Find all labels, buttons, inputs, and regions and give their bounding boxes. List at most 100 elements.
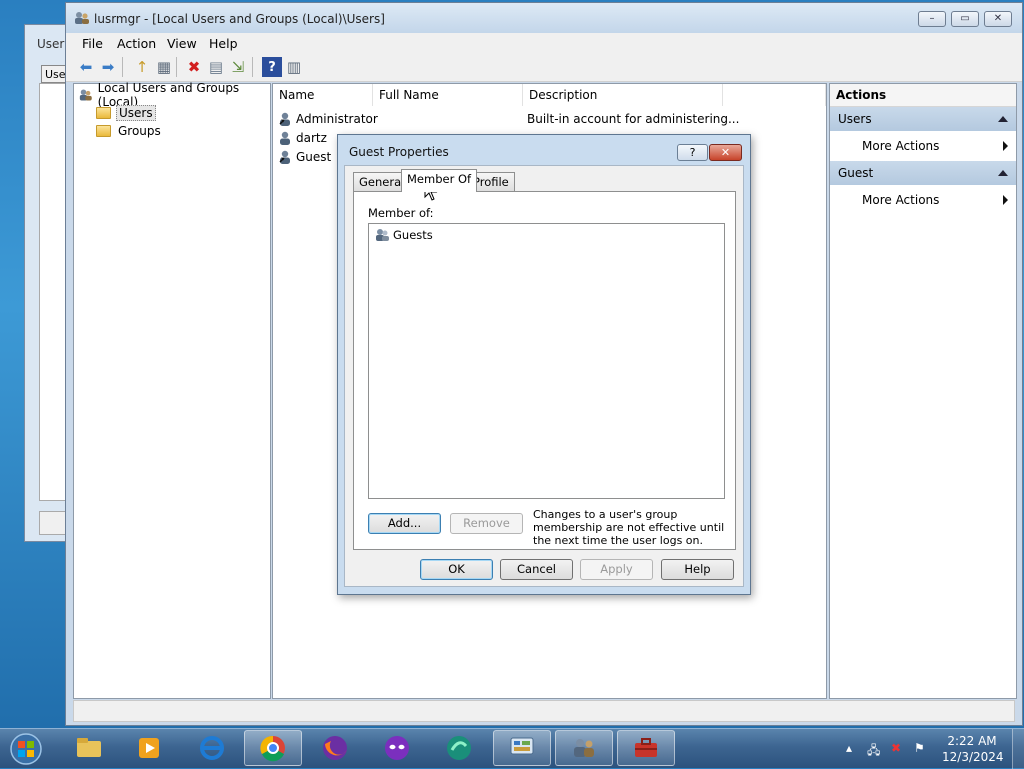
- member-of-list[interactable]: Guests: [368, 223, 725, 499]
- group-icon: [376, 229, 389, 241]
- user-icon: [279, 150, 290, 164]
- internet-explorer-taskbar-button[interactable]: [183, 730, 241, 766]
- network-icon[interactable]: 🖧: [867, 741, 880, 762]
- actions-pane: Actions Users More Actions Guest More Ac…: [829, 83, 1017, 699]
- column-header-full-name[interactable]: Full Name: [373, 84, 523, 106]
- title-bar[interactable]: lusrmgr - [Local Users and Groups (Local…: [66, 3, 1022, 33]
- add-button[interactable]: Add...: [368, 513, 441, 534]
- menu-file[interactable]: File: [82, 36, 103, 51]
- chrome-taskbar-button[interactable]: [244, 730, 302, 766]
- mask-app-taskbar-button[interactable]: [368, 730, 426, 766]
- toolbar-separator: [176, 57, 177, 77]
- show-desktop-button[interactable]: [1012, 729, 1024, 769]
- actions-header: Actions: [830, 84, 1016, 107]
- firefox-taskbar-button[interactable]: [306, 730, 364, 766]
- browser-globe-icon: [447, 736, 471, 760]
- collapse-icon[interactable]: [998, 116, 1008, 122]
- chrome-icon: [260, 735, 285, 762]
- cell-description: Built-in account for administering...: [527, 111, 740, 126]
- clock-date: 12/3/2024: [942, 750, 1004, 764]
- status-bar: [73, 700, 1015, 722]
- guest-properties-dialog: Guest Properties ? ✕ General Member Of P…: [337, 134, 751, 595]
- clock[interactable]: 2:22 AM 12/3/2024: [942, 733, 1004, 765]
- dialog-body: General Member Of Profile Member of: Gue…: [344, 165, 744, 587]
- delete-icon[interactable]: ✖: [184, 57, 204, 77]
- start-button[interactable]: [6, 731, 46, 767]
- back-arrow-icon[interactable]: ⬅: [76, 57, 96, 77]
- export-list-icon[interactable]: ⇲: [228, 57, 248, 77]
- help-icon[interactable]: ?: [262, 57, 282, 77]
- mask-app-icon: [385, 736, 409, 760]
- menu-bar: File Action View Help: [66, 33, 1022, 53]
- more-actions-users[interactable]: More Actions: [830, 131, 1016, 161]
- toolbar-separator: [122, 57, 123, 77]
- user-icon: [280, 131, 290, 145]
- apply-button[interactable]: Apply: [580, 559, 653, 580]
- close-button[interactable]: ✕: [984, 11, 1012, 27]
- toolbox-icon: [635, 738, 657, 757]
- menu-view[interactable]: View: [167, 36, 197, 51]
- tree-item-groups[interactable]: Groups: [96, 122, 163, 140]
- membership-note: Changes to a user's group membership are…: [533, 508, 725, 547]
- internet-explorer-icon: [200, 736, 224, 760]
- tree-item-users[interactable]: Users: [96, 104, 156, 122]
- submenu-arrow-icon: [1003, 141, 1008, 151]
- computer-users-icon: [79, 89, 92, 101]
- actions-group-title: Users: [838, 112, 872, 126]
- show-hidden-icons-icon[interactable]: ▴: [846, 741, 852, 755]
- media-player-taskbar-button[interactable]: [120, 730, 178, 766]
- menu-action[interactable]: Action: [117, 36, 156, 51]
- dialog-help-button[interactable]: ?: [677, 144, 708, 161]
- show-hide-tree-icon[interactable]: ▦: [154, 57, 174, 77]
- toolbar: ⬅ ➡ ↑ ▦ ✖ ▤ ⇲? ▥: [66, 53, 1022, 82]
- taskbar: ▴ 🖧 ✖ ⚑ 2:22 AM 12/3/2024: [0, 728, 1024, 769]
- more-actions-label: More Actions: [862, 139, 940, 153]
- users-management-taskbar-button[interactable]: [555, 730, 613, 766]
- control-panel-taskbar-button[interactable]: [493, 730, 551, 766]
- minimize-button[interactable]: –: [918, 11, 946, 27]
- member-of-label: Member of:: [368, 206, 434, 220]
- column-header-description[interactable]: Description: [523, 84, 723, 106]
- dialog-title: Guest Properties: [349, 145, 449, 159]
- properties-icon[interactable]: ▤: [206, 57, 226, 77]
- toolbox-taskbar-button[interactable]: [617, 730, 675, 766]
- remove-button[interactable]: Remove: [450, 513, 523, 534]
- group-name: Guests: [393, 228, 433, 242]
- actions-group-users[interactable]: Users: [830, 107, 1016, 131]
- submenu-arrow-icon: [1003, 195, 1008, 205]
- cell-name: Administrator: [296, 111, 378, 126]
- more-actions-guest[interactable]: More Actions: [830, 185, 1016, 215]
- collapse-icon[interactable]: [998, 170, 1008, 176]
- dialog-close-button[interactable]: ✕: [709, 144, 742, 161]
- window-title: lusrmgr - [Local Users and Groups (Local…: [94, 12, 385, 26]
- console-tree: Local Users and Groups (Local) Users Gro…: [73, 81, 271, 699]
- user-icon: [279, 112, 290, 126]
- more-actions-label: More Actions: [862, 193, 940, 207]
- list-item[interactable]: Guests: [374, 227, 433, 243]
- tree-item-label: Users: [116, 105, 156, 121]
- ok-button[interactable]: OK: [420, 559, 493, 580]
- show-hide-action-pane-icon[interactable]: ▥: [284, 57, 304, 77]
- actions-group-title: Guest: [838, 166, 874, 180]
- file-explorer-icon: [77, 738, 101, 757]
- tree-root[interactable]: Local Users and Groups (Local): [78, 81, 270, 109]
- file-explorer-taskbar-button[interactable]: [60, 730, 118, 766]
- column-header-name[interactable]: Name: [273, 84, 373, 106]
- restore-button[interactable]: ▭: [951, 11, 979, 27]
- up-folder-icon[interactable]: ↑: [132, 57, 152, 77]
- volume-muted-icon[interactable]: ✖: [891, 741, 901, 755]
- tab-member-of[interactable]: Member Of: [401, 169, 478, 192]
- actions-group-guest[interactable]: Guest: [830, 161, 1016, 185]
- users-app-icon: [75, 12, 89, 24]
- forward-arrow-icon[interactable]: ➡: [98, 57, 118, 77]
- clock-time: 2:22 AM: [947, 734, 997, 748]
- control-panel-icon: [510, 737, 534, 755]
- cancel-button[interactable]: Cancel: [500, 559, 573, 580]
- folder-icon: [96, 107, 111, 119]
- browser-globe-taskbar-button[interactable]: [430, 730, 488, 766]
- help-button[interactable]: Help: [661, 559, 734, 580]
- toolbar-separator: [252, 57, 253, 77]
- table-row[interactable]: Administrator Built-in account for admini…: [277, 109, 822, 128]
- menu-help[interactable]: Help: [209, 36, 238, 51]
- action-center-flag-icon[interactable]: ⚑: [914, 741, 925, 755]
